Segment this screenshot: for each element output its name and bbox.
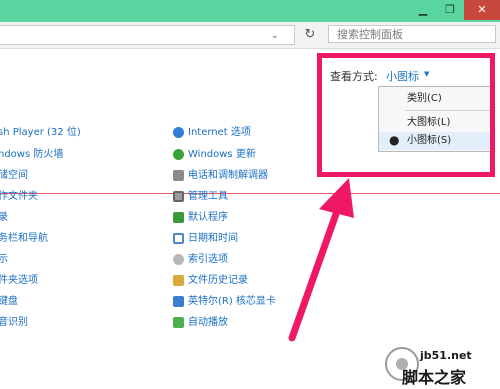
watermark-title: 脚本之家 (402, 368, 467, 387)
watermark-url: jb51.net (420, 349, 472, 362)
annotation-arrow-icon (288, 178, 354, 342)
